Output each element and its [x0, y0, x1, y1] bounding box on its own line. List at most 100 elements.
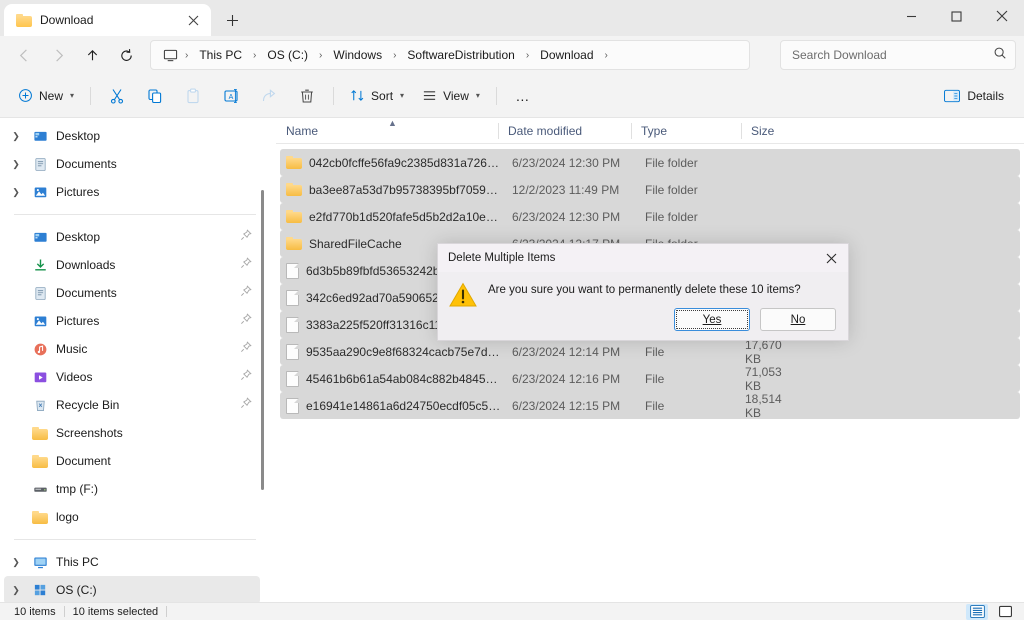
- address-bar: › This PC › OS (C:) › Windows › Software…: [0, 36, 1024, 74]
- table-row[interactable]: ba3ee87a53d7b95738395bf7059666b1 12/2/20…: [280, 176, 1020, 203]
- toolbar-divider: [333, 87, 334, 105]
- chevron-right-icon[interactable]: ❯: [4, 585, 28, 596]
- tab-download[interactable]: Download: [4, 4, 211, 36]
- chevron-right-icon[interactable]: ❯: [4, 159, 28, 170]
- dialog-message: Are you sure you want to permanently del…: [488, 284, 801, 296]
- tab-strip: Download: [0, 0, 1024, 36]
- file-date: 6/23/2024 12:16 PM: [502, 372, 635, 386]
- file-date: 6/23/2024 12:30 PM: [502, 156, 635, 170]
- drive-icon: [28, 482, 52, 497]
- column-header-date-modified[interactable]: Date modified: [498, 118, 631, 144]
- table-row[interactable]: e16941e14861a6d24750ecdf05c548189b33… 6/…: [280, 392, 1020, 419]
- chevron-down-icon[interactable]: ❯: [4, 557, 28, 568]
- forward-arrow-icon[interactable]: [42, 40, 74, 70]
- search-input[interactable]: Search Download: [780, 40, 1016, 70]
- file-icon: [286, 371, 299, 387]
- status-divider: [166, 606, 167, 617]
- sidebar-item-label: Document: [56, 454, 111, 468]
- more-options-button[interactable]: …: [505, 81, 541, 111]
- sidebar-item-recycle-bin[interactable]: Recycle Bin: [4, 391, 260, 419]
- minimize-button[interactable]: [889, 0, 934, 32]
- chevron-right-icon[interactable]: ❯: [4, 187, 28, 198]
- pin-icon[interactable]: [240, 284, 252, 302]
- sidebar-item-pictures[interactable]: Pictures: [4, 307, 260, 335]
- maximize-button[interactable]: [934, 0, 979, 32]
- sidebar-item-desktop-tree[interactable]: ❯ Desktop: [4, 122, 260, 150]
- sidebar-item-os-c[interactable]: ❯ OS (C:): [4, 576, 260, 602]
- toolbar-divider: [496, 87, 497, 105]
- desktop-icon: [28, 230, 52, 245]
- cut-button[interactable]: [99, 81, 135, 111]
- pin-icon[interactable]: [240, 228, 252, 246]
- this-pc-icon: [28, 555, 52, 570]
- table-row[interactable]: 9535aa290c9e8f68324cacb75e7db56c678a… 6/…: [280, 338, 1020, 365]
- sort-button-label: Sort: [371, 89, 393, 103]
- pin-icon[interactable]: [240, 256, 252, 274]
- search-icon[interactable]: [993, 46, 1007, 65]
- sidebar-item-pictures-tree[interactable]: ❯ Pictures: [4, 178, 260, 206]
- sidebar-item-this-pc[interactable]: ❯ This PC: [4, 548, 260, 576]
- close-icon[interactable]: [814, 244, 848, 272]
- file-name: ba3ee87a53d7b95738395bf7059666b1: [309, 183, 502, 197]
- details-view-toggle[interactable]: [966, 604, 988, 620]
- table-row[interactable]: 042cb0fcffe56fa9c2385d831a72626c 6/23/20…: [280, 149, 1020, 176]
- sidebar-item-label: Music: [56, 342, 87, 356]
- pin-icon[interactable]: [240, 396, 252, 414]
- breadcrumb[interactable]: › This PC › OS (C:) › Windows › Software…: [150, 40, 750, 70]
- sidebar-item-screenshots[interactable]: Screenshots: [4, 419, 260, 447]
- sidebar-item-logo[interactable]: logo: [4, 503, 260, 531]
- large-icons-view-toggle[interactable]: [994, 604, 1016, 620]
- sidebar-item-document[interactable]: Document: [4, 447, 260, 475]
- sidebar-scrollbar-thumb[interactable]: [261, 190, 264, 490]
- sort-button[interactable]: Sort ▾: [342, 81, 412, 111]
- pin-icon[interactable]: [240, 312, 252, 330]
- new-tab-button[interactable]: [217, 5, 247, 35]
- sidebar-item-videos[interactable]: Videos: [4, 363, 260, 391]
- view-toggle-group: [966, 604, 1016, 620]
- yes-button[interactable]: Yes: [674, 308, 750, 331]
- back-arrow-icon[interactable]: [8, 40, 40, 70]
- column-header-name[interactable]: Name ▲: [276, 118, 498, 144]
- details-pane-button[interactable]: Details: [934, 81, 1014, 111]
- sidebar-item-label: This PC: [56, 555, 99, 569]
- up-arrow-icon[interactable]: [76, 40, 108, 70]
- sidebar-item-desktop[interactable]: Desktop: [4, 223, 260, 251]
- column-header-size[interactable]: Size: [741, 118, 801, 144]
- breadcrumb-windows[interactable]: Windows: [326, 45, 389, 65]
- new-button[interactable]: New ▾: [10, 81, 82, 111]
- breadcrumb-softwaredistribution[interactable]: SoftwareDistribution: [400, 45, 521, 65]
- table-row[interactable]: e2fd770b1d520fafe5d5b2d2a10e63ad 6/23/20…: [280, 203, 1020, 230]
- refresh-icon[interactable]: [110, 40, 142, 70]
- navigation-pane: ❯ Desktop ❯ Documents ❯: [0, 118, 268, 602]
- no-button[interactable]: No: [760, 308, 836, 331]
- close-icon[interactable]: [181, 8, 205, 32]
- search-placeholder: Search Download: [792, 48, 993, 62]
- table-row[interactable]: 45461b6b61a54ab084c882b4845d4d3c335… 6/2…: [280, 365, 1020, 392]
- breadcrumb-download[interactable]: Download: [533, 45, 600, 65]
- breadcrumb-this-pc[interactable]: This PC: [192, 45, 249, 65]
- file-icon: [286, 398, 299, 414]
- rename-button[interactable]: A: [213, 81, 249, 111]
- sidebar-item-downloads[interactable]: Downloads: [4, 251, 260, 279]
- pin-icon[interactable]: [240, 340, 252, 358]
- file-icon: [286, 344, 299, 360]
- sidebar-item-documents[interactable]: Documents: [4, 279, 260, 307]
- selection-count: 10 items selected: [67, 606, 165, 618]
- chevron-right-icon[interactable]: ❯: [4, 131, 28, 142]
- sidebar-item-tmp-f[interactable]: tmp (F:): [4, 475, 260, 503]
- column-header-type[interactable]: Type: [631, 118, 741, 144]
- new-button-label: New: [39, 89, 63, 103]
- paste-button: [175, 81, 211, 111]
- sidebar-item-music[interactable]: Music: [4, 335, 260, 363]
- this-pc-icon: [159, 48, 181, 63]
- file-date: 6/23/2024 12:14 PM: [502, 345, 635, 359]
- pin-icon[interactable]: [240, 368, 252, 386]
- breadcrumb-os-c[interactable]: OS (C:): [260, 45, 315, 65]
- yes-button-label: Yes: [703, 314, 722, 326]
- sidebar-item-documents-tree[interactable]: ❯ Documents: [4, 150, 260, 178]
- close-button[interactable]: [979, 0, 1024, 32]
- copy-button[interactable]: [137, 81, 173, 111]
- view-button[interactable]: View ▾: [414, 81, 488, 111]
- column-header-date-label: Date modified: [508, 124, 582, 138]
- delete-button[interactable]: [289, 81, 325, 111]
